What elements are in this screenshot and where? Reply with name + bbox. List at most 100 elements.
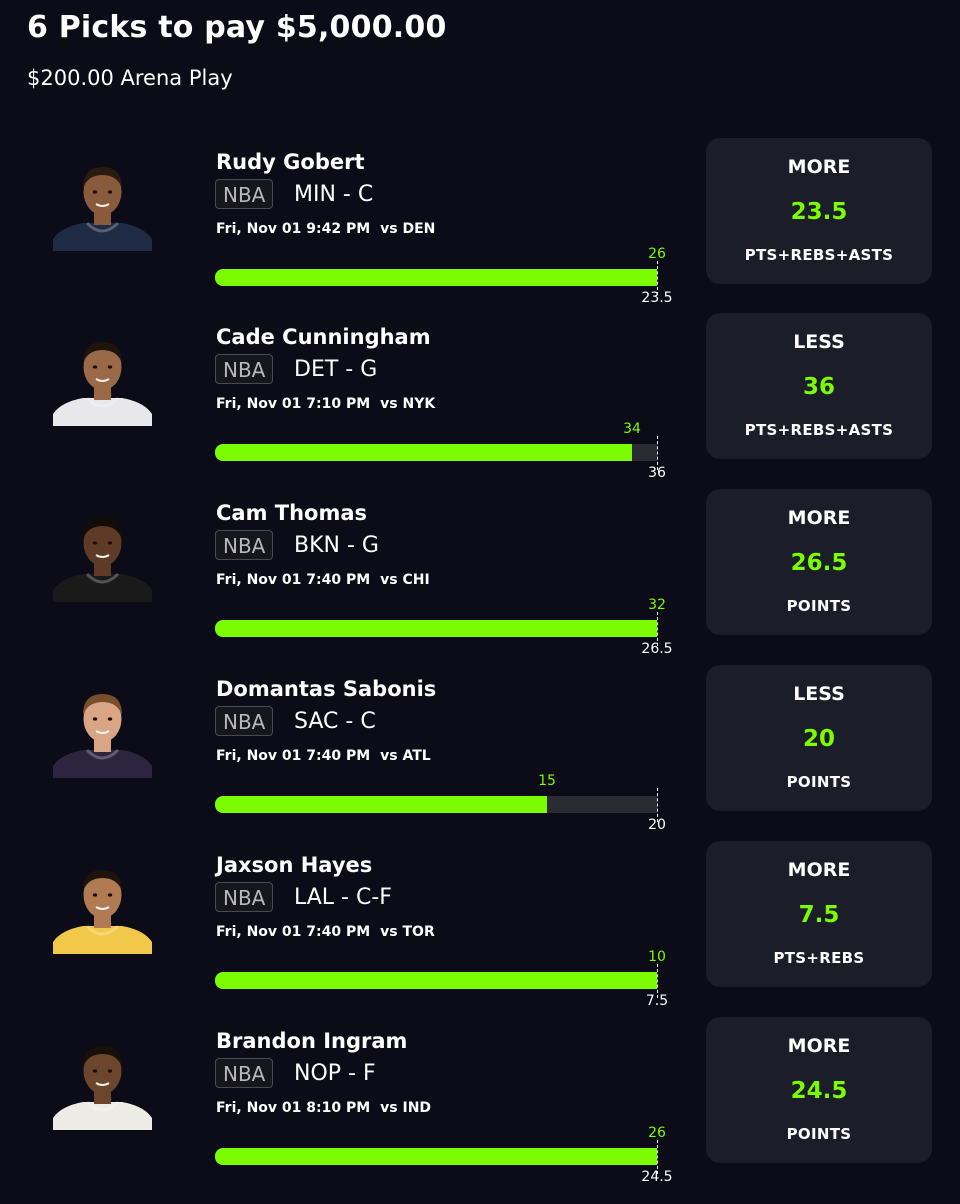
target-value: 26.5 <box>641 641 673 657</box>
player-headshot-icon <box>53 870 152 954</box>
pick-line-value: 7.5 <box>798 902 840 928</box>
player-name: Domantas Sabonis <box>216 677 437 701</box>
player-headshot-icon <box>53 518 152 602</box>
actual-value: 26 <box>648 1125 666 1141</box>
pick-stat-type: PTS+REBS+ASTS <box>744 246 894 264</box>
game-info: Fri, Nov 01 8:10 PM vs IND <box>216 1100 431 1116</box>
game-info: Fri, Nov 01 7:10 PM vs NYK <box>216 396 435 412</box>
progress-fill <box>215 620 657 637</box>
pick-line-value: 26.5 <box>790 550 848 576</box>
league-badge: NBA <box>215 706 274 736</box>
progress-track <box>215 972 657 989</box>
actual-value: 32 <box>648 597 666 613</box>
opponent: vs NYK <box>380 396 436 412</box>
pick-line-value: 24.5 <box>790 1078 848 1104</box>
game-info: Fri, Nov 01 7:40 PM vs CHI <box>216 572 430 588</box>
pick-row[interactable]: Rudy Gobert NBA MIN - C Fri, Nov 01 9:42… <box>0 138 960 325</box>
opponent: vs IND <box>380 1100 432 1116</box>
pick-stat-type: PTS+REBS <box>773 949 865 967</box>
pick-line-card[interactable]: MORE 23.5 PTS+REBS+ASTS <box>706 138 932 284</box>
pick-direction: MORE <box>787 507 851 529</box>
actual-value: 10 <box>648 949 666 965</box>
player-name: Brandon Ingram <box>216 1029 408 1053</box>
pick-line-card[interactable]: MORE 7.5 PTS+REBS <box>706 841 932 987</box>
game-time: Fri, Nov 01 7:10 PM <box>216 396 371 412</box>
player-name: Jaxson Hayes <box>216 853 373 877</box>
player-headshot-icon <box>53 694 152 778</box>
pick-stat-type: POINTS <box>786 773 852 791</box>
team-position: BKN - G <box>294 533 379 558</box>
player-avatar <box>53 682 152 778</box>
pick-stat-type: POINTS <box>786 1125 852 1143</box>
pick-line-card[interactable]: MORE 26.5 POINTS <box>706 489 932 635</box>
pick-line-card[interactable]: MORE 24.5 POINTS <box>706 1017 932 1163</box>
game-time: Fri, Nov 01 9:42 PM <box>216 221 371 237</box>
league-badge: NBA <box>215 882 274 912</box>
game-info: Fri, Nov 01 9:42 PM vs DEN <box>216 221 435 237</box>
game-info: Fri, Nov 01 7:40 PM vs TOR <box>216 924 435 940</box>
team-position: SAC - C <box>294 709 376 734</box>
target-value: 20 <box>648 817 666 833</box>
player-avatar <box>53 155 152 251</box>
pick-row[interactable]: Jaxson Hayes NBA LAL - C-F Fri, Nov 01 7… <box>0 841 960 1028</box>
target-value: 24.5 <box>641 1169 673 1185</box>
league-badge: NBA <box>215 530 274 560</box>
target-value: 7.5 <box>645 993 669 1009</box>
player-name: Cade Cunningham <box>216 325 431 349</box>
progress-fill <box>215 269 657 286</box>
header-subtitle: $200.00 Arena Play <box>27 66 233 90</box>
progress-track <box>215 620 657 637</box>
actual-value: 34 <box>623 421 641 437</box>
league-badge: NBA <box>215 1058 274 1088</box>
league-badge: NBA <box>215 179 274 209</box>
progress-track <box>215 796 657 813</box>
game-info: Fri, Nov 01 7:40 PM vs ATL <box>216 748 431 764</box>
player-headshot-icon <box>53 1046 152 1130</box>
actual-value: 26 <box>648 246 666 262</box>
team-position: NOP - F <box>294 1061 376 1086</box>
player-name: Cam Thomas <box>216 501 368 525</box>
player-name: Rudy Gobert <box>216 150 365 174</box>
pick-row[interactable]: Cade Cunningham NBA DET - G Fri, Nov 01 … <box>0 313 960 500</box>
pick-line-value: 36 <box>802 374 835 400</box>
header-title: 6 Picks to pay $5,000.00 <box>27 10 447 45</box>
target-value: 23.5 <box>641 290 673 306</box>
player-avatar <box>53 506 152 602</box>
opponent: vs DEN <box>380 221 436 237</box>
game-time: Fri, Nov 01 7:40 PM <box>216 924 371 940</box>
team-position: MIN - C <box>294 182 374 207</box>
game-time: Fri, Nov 01 7:40 PM <box>216 748 371 764</box>
game-time: Fri, Nov 01 7:40 PM <box>216 572 371 588</box>
opponent: vs TOR <box>380 924 435 940</box>
pick-line-value: 20 <box>802 726 835 752</box>
player-avatar <box>53 330 152 426</box>
actual-value: 15 <box>538 773 556 789</box>
pick-row[interactable]: Brandon Ingram NBA NOP - F Fri, Nov 01 8… <box>0 1017 960 1204</box>
pick-line-card[interactable]: LESS 36 PTS+REBS+ASTS <box>706 313 932 459</box>
player-headshot-icon <box>53 167 152 251</box>
pick-direction: MORE <box>787 156 851 178</box>
progress-fill <box>215 444 632 461</box>
opponent: vs ATL <box>380 748 431 764</box>
target-value: 36 <box>648 465 666 481</box>
team-position: LAL - C-F <box>294 885 392 910</box>
pick-row[interactable]: Domantas Sabonis NBA SAC - C Fri, Nov 01… <box>0 665 960 852</box>
pick-direction: LESS <box>793 331 845 353</box>
pick-direction: LESS <box>793 683 845 705</box>
game-time: Fri, Nov 01 8:10 PM <box>216 1100 371 1116</box>
pick-direction: MORE <box>787 1035 851 1057</box>
pick-stat-type: PTS+REBS+ASTS <box>744 421 894 439</box>
league-badge: NBA <box>215 354 274 384</box>
progress-fill <box>215 1148 657 1165</box>
player-headshot-icon <box>53 342 152 426</box>
pick-row[interactable]: Cam Thomas NBA BKN - G Fri, Nov 01 7:40 … <box>0 489 960 676</box>
team-position: DET - G <box>294 357 378 382</box>
player-avatar <box>53 858 152 954</box>
progress-fill <box>215 796 547 813</box>
progress-track <box>215 269 657 286</box>
pick-line-card[interactable]: LESS 20 POINTS <box>706 665 932 811</box>
player-avatar <box>53 1034 152 1130</box>
progress-fill <box>215 972 657 989</box>
pick-line-value: 23.5 <box>790 199 848 225</box>
progress-track <box>215 444 657 461</box>
